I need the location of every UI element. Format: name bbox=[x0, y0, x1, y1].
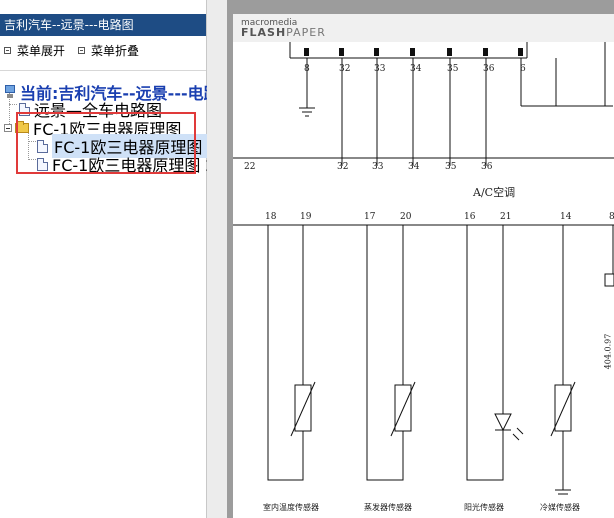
side-label: 404.0.97 bbox=[603, 333, 613, 370]
pin-label: 14 bbox=[560, 212, 572, 222]
pin-label: 16 bbox=[464, 212, 476, 222]
collapse-toggle-icon[interactable] bbox=[4, 124, 12, 132]
pin-label: 32 bbox=[339, 64, 351, 74]
pin-label: 22 bbox=[244, 162, 256, 172]
collapse-menu-button[interactable]: 菜单折叠 bbox=[78, 42, 139, 59]
pin-label: 34 bbox=[410, 64, 422, 74]
collapse-menu-label: 菜单折叠 bbox=[91, 44, 140, 58]
expand-menu-label: 菜单展开 bbox=[17, 44, 66, 58]
pin-label: 32 bbox=[337, 162, 349, 172]
logo-main: FLASH bbox=[241, 26, 287, 39]
pin-label: 36 bbox=[483, 64, 495, 74]
pin-label: 8 bbox=[609, 212, 614, 222]
toolbar: 菜单展开 菜单折叠 bbox=[0, 40, 206, 60]
collapse-icon bbox=[78, 47, 85, 54]
pin-label: 6 bbox=[520, 64, 526, 74]
flashpaper-logo: macromedia FLASHPAPER bbox=[241, 18, 326, 39]
sensor-label-indoor-temp: 室内温度传感器 bbox=[263, 503, 319, 512]
ac-label: A/C空调 bbox=[473, 186, 516, 199]
sensor-label-evaporator: 蒸发器传感器 bbox=[364, 503, 412, 512]
sensor-label-sunlight: 阳光传感器 bbox=[464, 503, 504, 512]
left-panel: 吉利汽车--远景---电路图 菜单展开 菜单折叠 当前:吉利汽车--远景---电… bbox=[0, 0, 236, 518]
expand-menu-button[interactable]: 菜单展开 bbox=[4, 42, 65, 59]
expand-icon bbox=[4, 47, 11, 54]
pin-label: 33 bbox=[372, 162, 384, 172]
pin-label: 35 bbox=[447, 64, 459, 74]
pin-label: 18 bbox=[265, 212, 277, 222]
pin-label: 17 bbox=[364, 212, 376, 222]
red-highlight-box bbox=[16, 112, 196, 174]
tree-connector bbox=[9, 104, 17, 105]
pin-label: 8 bbox=[304, 64, 310, 74]
pin-label: 36 bbox=[481, 162, 493, 172]
flashpaper-toolbar: macromedia FLASHPAPER bbox=[233, 14, 614, 43]
sensor-label-refrigerant: 冷媒传感器 bbox=[540, 503, 580, 512]
logo-light: PAPER bbox=[286, 26, 326, 39]
computer-icon bbox=[4, 85, 16, 99]
pin-label: 21 bbox=[500, 212, 512, 222]
circuit-diagram bbox=[233, 42, 614, 495]
pin-label: 34 bbox=[408, 162, 420, 172]
divider bbox=[0, 70, 206, 71]
pin-label: 20 bbox=[400, 212, 412, 222]
splitter[interactable] bbox=[207, 0, 227, 518]
document-page[interactable]: 8 32 33 34 35 36 6 22 32 33 34 35 36 A/C… bbox=[233, 42, 614, 518]
pin-label: 35 bbox=[445, 162, 457, 172]
pin-label: 19 bbox=[300, 212, 312, 222]
pin-label: 33 bbox=[374, 64, 386, 74]
panel-title: 吉利汽车--远景---电路图 bbox=[0, 14, 206, 36]
